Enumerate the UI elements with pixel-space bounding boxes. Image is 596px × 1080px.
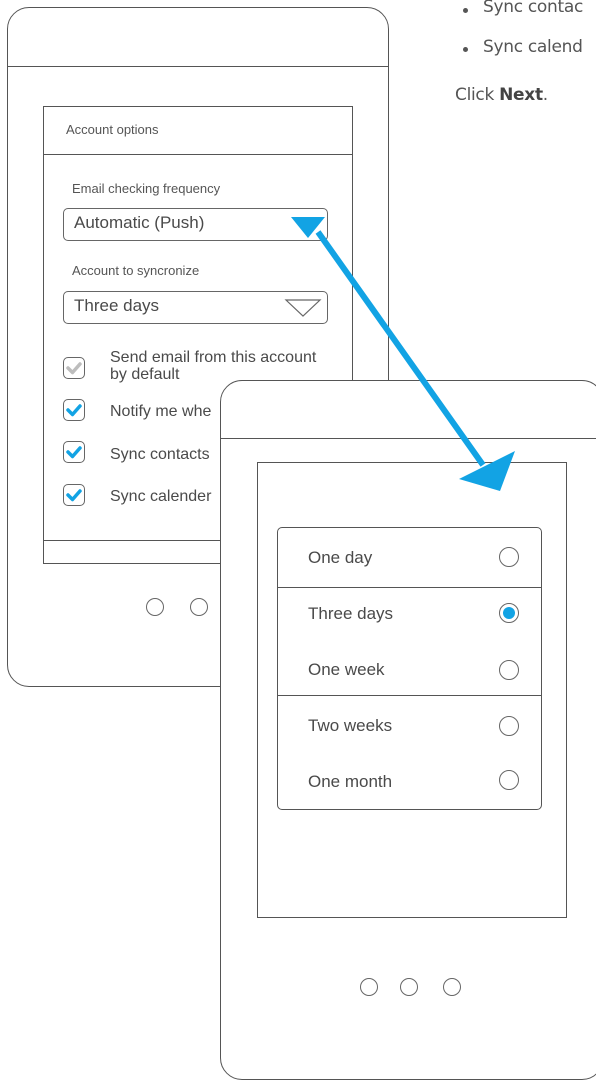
option-divider <box>278 587 541 588</box>
sync-period-value: Three days <box>74 296 160 315</box>
checkbox-sync-contacts[interactable] <box>63 441 85 463</box>
sync-period-select[interactable]: Three days <box>63 291 328 324</box>
nav-dot[interactable] <box>443 978 461 996</box>
option-divider <box>278 695 541 696</box>
frequency-label: Email checking frequency <box>72 181 221 196</box>
nav-dot[interactable] <box>400 978 418 996</box>
checkbox-send-default-label: Send email from this account by default <box>110 349 317 383</box>
option-one-month[interactable]: One month <box>308 772 392 792</box>
next-keyword: Next <box>499 85 543 105</box>
radio-one-week[interactable] <box>499 660 519 680</box>
checkbox-sync-calendar[interactable] <box>63 484 85 506</box>
radio-three-days[interactable] <box>499 603 519 623</box>
instruction-sync-calendar: Sync calend <box>483 37 583 57</box>
frequency-value: Automatic (Push) <box>74 213 205 232</box>
phone-header-divider <box>8 66 388 67</box>
option-three-days[interactable]: Three days <box>308 604 393 624</box>
checkbox-notify[interactable] <box>63 399 85 421</box>
instruction-click-next: Click Next. <box>455 85 548 105</box>
checkbox-sync-calendar-label: Sync calender <box>110 488 212 505</box>
nav-dot[interactable] <box>360 978 378 996</box>
radio-selected-dot <box>503 607 515 619</box>
click-prefix: Click <box>455 85 500 105</box>
bullet-dot <box>463 47 468 52</box>
click-suffix: . <box>542 85 548 105</box>
checkbox-send-default[interactable] <box>63 357 85 379</box>
checkmark-icon <box>66 404 82 417</box>
chevron-down-icon <box>284 299 322 317</box>
option-two-weeks[interactable]: Two weeks <box>308 716 392 736</box>
checkmark-icon <box>66 489 82 502</box>
nav-dot[interactable] <box>190 598 208 616</box>
option-one-week[interactable]: One week <box>308 660 385 680</box>
instruction-sync-contacts: Sync contac <box>483 0 584 17</box>
sync-label: Account to syncronize <box>72 263 200 278</box>
checkmark-icon <box>66 362 82 375</box>
nav-dot[interactable] <box>146 598 164 616</box>
radio-one-month[interactable] <box>499 770 519 790</box>
checkbox-sync-contacts-label: Sync contacts <box>110 446 210 463</box>
radio-one-day[interactable] <box>499 547 519 567</box>
frequency-select[interactable]: Automatic (Push) <box>63 208 328 241</box>
radio-two-weeks[interactable] <box>499 716 519 736</box>
phone2-header-divider <box>221 438 596 439</box>
checkmark-icon <box>66 446 82 459</box>
panel-title-divider <box>44 154 352 155</box>
option-one-day[interactable]: One day <box>308 548 372 568</box>
bullet-dot <box>463 8 468 13</box>
checkbox-notify-label: Notify me whe <box>110 403 212 420</box>
panel-title: Account options <box>66 122 159 137</box>
